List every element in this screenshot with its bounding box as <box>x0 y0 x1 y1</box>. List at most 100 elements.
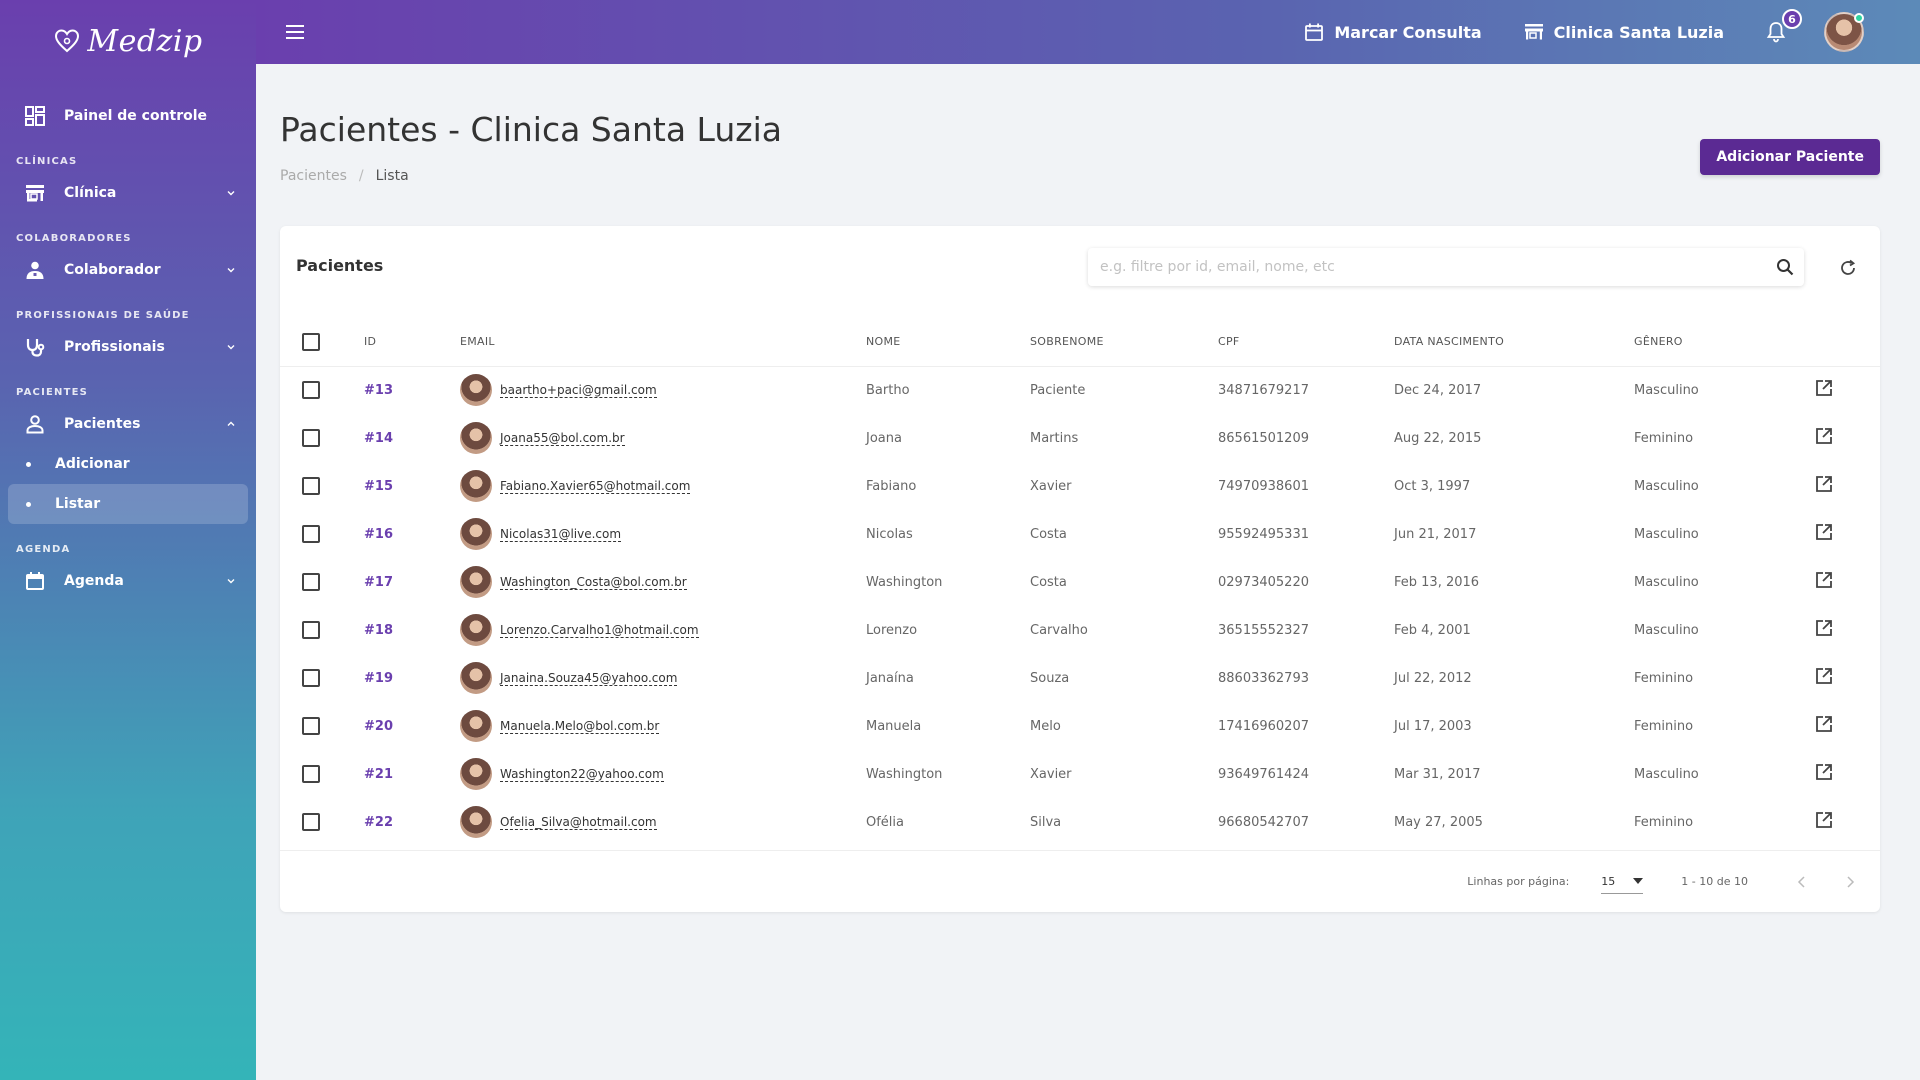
schedule-appointment-link[interactable]: Marcar Consulta <box>1304 22 1482 42</box>
patient-id-link[interactable]: #17 <box>364 558 460 606</box>
table-row[interactable]: #18 Lorenzo.Carvalho1@hotmail.com Lorenzo C… <box>280 606 1880 654</box>
table-row[interactable]: #17 Washington_Costa@bol.com.br Washington… <box>280 558 1880 606</box>
column-header-genero[interactable]: GÊNERO <box>1634 318 1814 367</box>
patient-id-link[interactable]: #22 <box>364 798 460 846</box>
table-row[interactable]: #14 Joana55@bol.com.br Joana Martins 8656150… <box>280 414 1880 462</box>
sidebar-item-pacientes[interactable]: Pacientes <box>8 404 248 444</box>
breadcrumb-current: Lista <box>375 168 409 184</box>
refresh-icon[interactable] <box>1838 258 1858 278</box>
patient-email-link[interactable]: Fabiano.Xavier65@hotmail.com <box>500 479 691 494</box>
table-row[interactable]: #15 Fabiano.Xavier65@hotmail.com Fabiano Xa… <box>280 462 1880 510</box>
table-row[interactable]: #21 Washington22@yahoo.com Washington Xavie… <box>280 750 1880 798</box>
column-header-cpf[interactable]: CPF <box>1218 318 1394 367</box>
patient-gender: Masculino <box>1634 574 1699 590</box>
sidebar-subitem-adicionar[interactable]: Adicionar <box>8 444 248 484</box>
patient-email-link[interactable]: Janaina.Souza45@yahoo.com <box>500 671 678 686</box>
open-in-new-icon[interactable] <box>1814 762 1834 782</box>
patient-first-name: Joana <box>866 430 902 446</box>
patient-email-link[interactable]: Nicolas31@live.com <box>500 527 622 542</box>
row-checkbox[interactable] <box>302 717 320 735</box>
open-in-new-icon[interactable] <box>1814 666 1834 686</box>
open-in-new-icon[interactable] <box>1814 714 1834 734</box>
open-in-new-icon[interactable] <box>1814 522 1834 542</box>
column-header-data-nascimento[interactable]: DATA NASCIMENTO <box>1394 318 1634 367</box>
patient-cpf: 34871679217 <box>1218 382 1309 398</box>
patient-id-link[interactable]: #16 <box>364 510 460 558</box>
search-icon[interactable] <box>1766 248 1804 286</box>
brand-logo[interactable]: Medzip <box>0 0 256 82</box>
user-avatar[interactable] <box>1824 12 1864 52</box>
sidebar-item-agenda[interactable]: Agenda <box>8 561 248 601</box>
patient-email-link[interactable]: Joana55@bol.com.br <box>500 431 625 446</box>
select-all-checkbox[interactable] <box>302 332 320 351</box>
row-select-cell <box>280 558 364 606</box>
table-row[interactable]: #16 Nicolas31@live.com Nicolas Costa 9559249… <box>280 510 1880 558</box>
patient-id-link[interactable]: #18 <box>364 606 460 654</box>
patient-id-link[interactable]: #21 <box>364 750 460 798</box>
patient-last-name: Carvalho <box>1030 622 1088 638</box>
column-header-sobrenome[interactable]: SOBRENOME <box>1030 318 1218 367</box>
sidebar-item-colaborador[interactable]: Colaborador <box>8 250 248 290</box>
row-checkbox[interactable] <box>302 429 320 447</box>
row-checkbox[interactable] <box>302 813 320 831</box>
patient-gender: Masculino <box>1634 526 1699 542</box>
table-row[interactable]: #20 Manuela.Melo@bol.com.br Manuela Melo 174… <box>280 702 1880 750</box>
open-in-new-icon[interactable] <box>1814 618 1834 638</box>
column-header-nome[interactable]: NOME <box>866 318 1030 367</box>
patient-id-link[interactable]: #14 <box>364 414 460 462</box>
online-status-indicator <box>1854 13 1864 23</box>
open-in-new-icon[interactable] <box>1814 810 1834 830</box>
previous-page-button[interactable] <box>1792 872 1812 892</box>
patient-gender: Masculino <box>1634 622 1699 638</box>
open-in-new-icon[interactable] <box>1814 474 1834 494</box>
row-checkbox[interactable] <box>302 621 320 639</box>
patient-id-link[interactable]: #13 <box>364 366 460 414</box>
row-checkbox[interactable] <box>302 477 320 495</box>
patient-email-link[interactable]: Washington22@yahoo.com <box>500 767 664 782</box>
row-checkbox[interactable] <box>302 573 320 591</box>
patient-email-link[interactable]: Washington_Costa@bol.com.br <box>500 575 687 590</box>
table-row[interactable]: #22 Ofelia_Silva@hotmail.com Ofélia Silva 96… <box>280 798 1880 846</box>
patient-email-link[interactable]: baartho+paci@gmail.com <box>500 383 657 398</box>
next-page-button[interactable] <box>1840 872 1860 892</box>
sidebar-item-label: Clínica <box>64 185 117 201</box>
patient-id-link[interactable]: #20 <box>364 702 460 750</box>
row-checkbox[interactable] <box>302 765 320 783</box>
open-in-new-icon[interactable] <box>1814 426 1834 446</box>
section-title-pacientes: PACIENTES <box>16 387 89 398</box>
row-checkbox[interactable] <box>302 525 320 543</box>
hamburger-menu-icon[interactable] <box>284 21 306 43</box>
patient-email-link[interactable]: Lorenzo.Carvalho1@hotmail.com <box>500 623 699 638</box>
pagination-range: 1 - 10 de 10 <box>1681 875 1748 888</box>
table-row[interactable]: #13 baartho+paci@gmail.com Bartho Paciente 3… <box>280 366 1880 414</box>
chevron-down-icon <box>227 268 235 273</box>
column-header-id[interactable]: ID <box>364 318 460 367</box>
sidebar-item-dashboard[interactable]: Painel de controle <box>8 96 248 136</box>
schedule-appointment-label: Marcar Consulta <box>1334 22 1482 42</box>
open-in-new-icon[interactable] <box>1814 378 1834 398</box>
column-header-email[interactable]: EMAIL <box>460 318 866 367</box>
patient-id-link[interactable]: #15 <box>364 462 460 510</box>
open-in-new-icon[interactable] <box>1814 570 1834 590</box>
patient-email-link[interactable]: Ofelia_Silva@hotmail.com <box>500 815 657 830</box>
sidebar-item-profissionais[interactable]: Profissionais <box>8 327 248 367</box>
sidebar-item-clinica[interactable]: Clínica <box>8 173 248 213</box>
sidebar-subitem-listar[interactable]: Listar <box>8 484 248 524</box>
notifications-button[interactable]: 6 <box>1766 9 1802 43</box>
patient-last-name: Souza <box>1030 670 1070 686</box>
clinic-selector[interactable]: Clinica Santa Luzia <box>1524 22 1724 42</box>
row-actions-cell <box>1814 462 1880 510</box>
patient-avatar <box>460 518 492 550</box>
rows-per-page-select[interactable]: 15 <box>1601 870 1644 894</box>
row-checkbox[interactable] <box>302 381 320 400</box>
search-input[interactable] <box>1100 259 1766 275</box>
row-actions-cell <box>1814 702 1880 750</box>
row-checkbox[interactable] <box>302 669 320 687</box>
add-patient-button[interactable]: Adicionar Paciente <box>1700 139 1880 175</box>
chevron-down-icon <box>227 191 235 196</box>
breadcrumb: Pacientes / Lista <box>280 168 409 184</box>
patient-email-link[interactable]: Manuela.Melo@bol.com.br <box>500 719 660 734</box>
patient-id-link[interactable]: #19 <box>364 654 460 702</box>
breadcrumb-link-pacientes[interactable]: Pacientes <box>280 168 347 184</box>
table-row[interactable]: #19 Janaina.Souza45@yahoo.com Janaína Souza… <box>280 654 1880 702</box>
